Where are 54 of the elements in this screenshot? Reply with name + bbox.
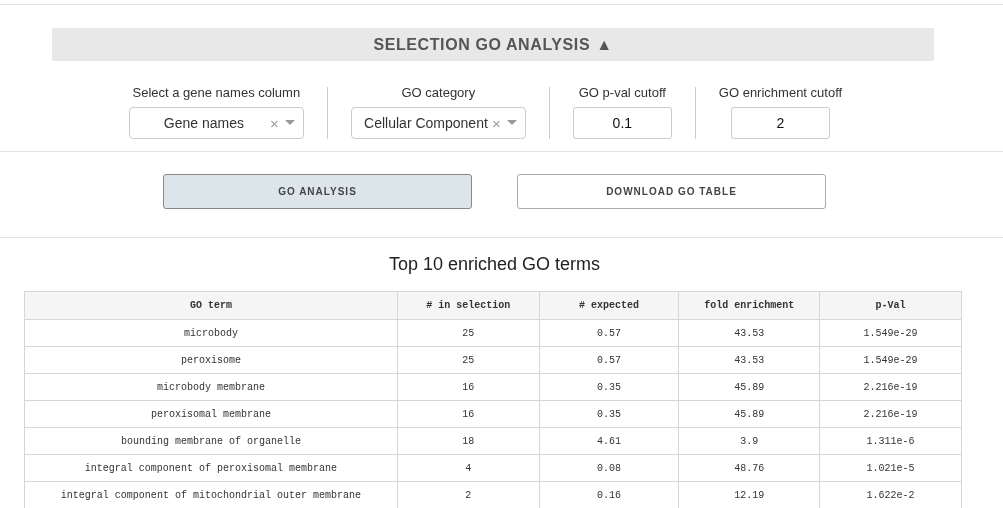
dropdown[interactable]: Gene names × <box>128 107 304 139</box>
column-header[interactable]: # in selection <box>397 291 540 320</box>
action-button[interactable]: DOWNLOAD GO TABLE <box>517 174 826 209</box>
table-cell: 43.53 <box>678 346 820 374</box>
table-cell: 1.549e-29 <box>819 346 962 374</box>
table-cell: bounding membrane of organelle <box>24 427 398 455</box>
dropdown-value: Cellular Component <box>363 115 489 131</box>
column-header[interactable]: # expected <box>539 291 679 320</box>
table-cell: 0.35 <box>539 400 679 428</box>
table-cell: 25 <box>397 346 540 374</box>
collapse-glyph[interactable]: ▲ <box>596 35 613 54</box>
table-cell: 1.549e-29 <box>819 319 962 347</box>
action-button[interactable]: GO ANALYSIS <box>163 174 472 209</box>
table-cell: 4 <box>397 454 540 482</box>
input-field[interactable]: 2 <box>731 107 830 139</box>
table-cell: integral component of peroxisomal membrane <box>24 454 398 482</box>
table-cell: 1.311e-6 <box>819 427 962 455</box>
table-cell: 0.57 <box>539 346 679 374</box>
field-label: GO category <box>401 85 476 100</box>
field-label: Select a gene names column <box>132 85 301 100</box>
table-cell: peroxisome <box>24 346 398 374</box>
caret-icon[interactable] <box>506 120 517 126</box>
table-cell: 1.021e-5 <box>819 454 962 482</box>
input-field[interactable]: 0.1 <box>572 107 672 139</box>
table-cell: 43.53 <box>678 319 820 347</box>
section-title: SELECTION GO ANALYSIS <box>373 35 591 54</box>
field-label: GO p-val cutoff <box>578 85 666 100</box>
column-header[interactable]: fold enrichment <box>678 291 820 320</box>
table-cell: 16 <box>397 400 540 428</box>
column-header[interactable]: p-Val <box>819 291 962 320</box>
table-title: Top 10 enriched GO terms <box>387 254 602 275</box>
table-cell: 16 <box>397 373 540 401</box>
table-cell: 2.216e-19 <box>819 400 962 428</box>
table-cell: peroxisomal membrane <box>24 400 398 428</box>
dropdown[interactable]: Cellular Component × <box>350 107 526 139</box>
table-cell: 45.89 <box>678 400 820 428</box>
table-cell: 18 <box>397 427 540 455</box>
section-header[interactable]: SELECTION GO ANALYSIS ▲ <box>52 28 934 61</box>
table-cell: integral component of mitochondrial outer membrane <box>24 481 398 508</box>
table-cell: 0.08 <box>539 454 679 482</box>
caret-icon[interactable] <box>284 120 295 126</box>
table-cell: 45.89 <box>678 373 820 401</box>
column-header[interactable]: GO term <box>24 291 398 320</box>
table-cell: 0.35 <box>539 373 679 401</box>
table-cell: 4.61 <box>539 427 679 455</box>
field-label: GO enrichment cutoff <box>718 85 843 100</box>
table-cell: microbody membrane <box>24 373 398 401</box>
table-cell: 3.9 <box>678 427 820 455</box>
table-cell: 2.216e-19 <box>819 373 962 401</box>
table-cell: 48.76 <box>678 454 820 482</box>
table-cell: microbody <box>24 319 398 347</box>
dropdown-value: Gene names <box>162 115 246 131</box>
table-cell: 0.57 <box>539 319 679 347</box>
table-cell: 25 <box>397 319 540 347</box>
